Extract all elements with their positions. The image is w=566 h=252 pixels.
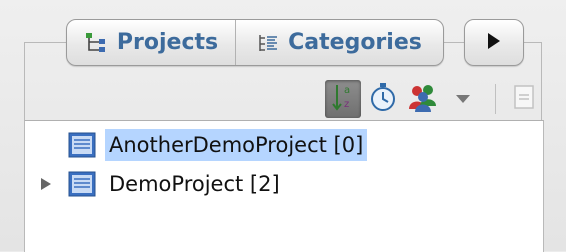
svg-text:z: z <box>344 99 349 110</box>
project-tree-icon <box>84 32 108 54</box>
project-tree: AnotherDemoProject [0] DemoProject [2] <box>24 120 544 252</box>
categories-list-icon <box>257 32 279 54</box>
tab-projects[interactable]: Projects <box>67 20 236 65</box>
project-icon <box>68 132 96 162</box>
timer-button[interactable] <box>365 80 401 118</box>
view-tab-switcher: Projects Categories <box>66 19 444 66</box>
project-icon <box>68 171 96 201</box>
collapse-all-icon <box>513 84 535 114</box>
people-icon <box>407 82 439 116</box>
collapse-all-button[interactable] <box>506 80 542 118</box>
toolbar-dropdown[interactable] <box>445 80 481 118</box>
tree-item-label: DemoProject [2] <box>109 172 280 196</box>
frame-left-edge <box>24 42 25 120</box>
tab-categories-label: Categories <box>288 30 422 55</box>
project-panel: Projects Categories a z AnotherDemoProje… <box>0 0 566 252</box>
disclosure-triangle-icon[interactable] <box>39 174 53 194</box>
svg-text:a: a <box>344 85 350 96</box>
tree-item-label: AnotherDemoProject [0] <box>105 129 368 161</box>
people-button[interactable] <box>405 80 441 118</box>
tab-projects-label: Projects <box>116 30 219 55</box>
tab-categories[interactable]: Categories <box>236 20 443 65</box>
tree-toolbar: a z <box>325 78 546 120</box>
sort-az-icon: a z <box>329 82 357 116</box>
stopwatch-icon <box>369 82 397 116</box>
sort-az-button[interactable]: a z <box>325 80 361 118</box>
overflow-button[interactable] <box>464 19 524 66</box>
chevron-down-icon <box>455 90 471 109</box>
play-arrow-icon <box>486 32 502 54</box>
toolbar-separator <box>495 84 496 114</box>
